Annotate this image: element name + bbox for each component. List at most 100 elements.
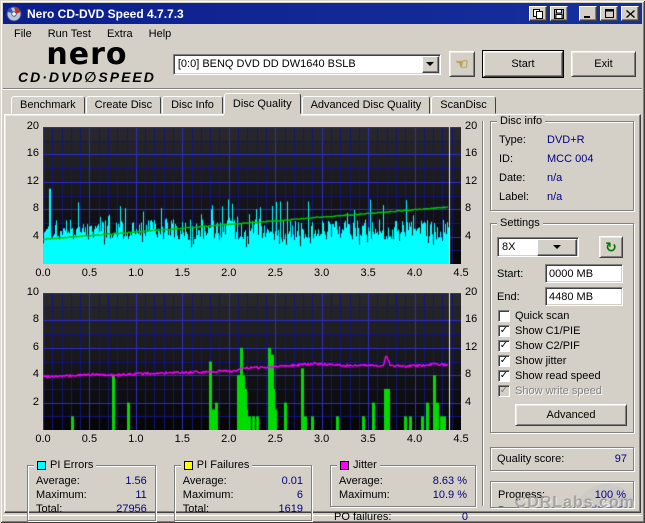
floppy-icon bbox=[554, 8, 564, 19]
y-axis-tick-label: 6 bbox=[32, 340, 39, 353]
stat-row: Maximum: 6 bbox=[182, 489, 303, 501]
x-axis-tick-label: 2.0 bbox=[221, 433, 237, 445]
stat-row: Total: 1619 bbox=[182, 503, 303, 515]
end-position-input[interactable] bbox=[545, 287, 623, 306]
y-axis-right-tick-label: 16 bbox=[465, 313, 478, 326]
quality-score-value: 97 bbox=[614, 453, 627, 465]
x-axis-tick-label: 4.5 bbox=[453, 433, 469, 445]
show-c1-pie-checkbox[interactable]: ✓ Show C1/PIE bbox=[498, 325, 626, 337]
disc-date-row: Date: n/a bbox=[499, 172, 563, 184]
hand-icon: ☜ bbox=[455, 56, 469, 73]
drive-select-value: [0:0] BENQ DVD DD DW1640 BSLB bbox=[177, 58, 356, 70]
nero-logo: nero CD·DVD∅SPEED bbox=[9, 37, 165, 85]
settings-group: Settings 8X ↻ Start: End: ✓Q bbox=[490, 217, 634, 433]
stat-row: Total: 27956 bbox=[36, 503, 147, 515]
app-window: Nero CD-DVD Speed 4.7.7.3 File Run Test … bbox=[0, 0, 645, 523]
disc-quality-page: 4 8 12 16 20 4 8 12 16 20 0.0 0.5 1.0 1.5 2.0 2.5 3.0 3.5… bbox=[4, 114, 641, 523]
disc-label-row: Label: n/a bbox=[499, 191, 563, 203]
disc-id-row: ID: MCC 004 bbox=[499, 153, 594, 165]
tab-create-disc[interactable]: Create Disc bbox=[85, 96, 162, 114]
speed-select-value: 8X bbox=[502, 241, 516, 253]
x-axis-tick-label: 2.5 bbox=[267, 267, 283, 279]
x-axis-tick-label: 3.0 bbox=[314, 267, 330, 279]
y-axis-tick-label: 10 bbox=[26, 286, 39, 298]
x-axis-tick-label: 3.5 bbox=[360, 433, 376, 445]
jitter-title: Jitter bbox=[353, 459, 377, 471]
show-read-speed-checkbox[interactable]: ✓ Show read speed bbox=[498, 370, 626, 382]
chevron-down-icon[interactable] bbox=[421, 55, 439, 73]
start-field-label: Start: bbox=[497, 267, 524, 280]
y-axis-tick-label: 8 bbox=[32, 313, 39, 326]
pi-failures-plot bbox=[43, 293, 461, 430]
pi-errors-swatch bbox=[37, 460, 46, 470]
x-axis-tick-label: 0.0 bbox=[35, 267, 51, 279]
advanced-button-label: Advanced bbox=[546, 409, 596, 421]
pages-icon bbox=[533, 8, 543, 19]
disc-info-title: Disc info bbox=[500, 115, 543, 127]
tab-benchmark[interactable]: Benchmark bbox=[11, 96, 85, 114]
exit-button-label: Exit bbox=[594, 58, 613, 70]
x-axis-tick-label: 4.5 bbox=[453, 267, 469, 279]
jitter-stats-column: Jitter Average: 8.63 % Maximum: 10.9 % PO … bbox=[330, 459, 476, 523]
maximize-button[interactable] bbox=[600, 6, 618, 21]
advanced-button[interactable]: Advanced bbox=[515, 404, 627, 426]
statistics-row: PI Errors Average: 1.56 Maximum: 11 Total:… bbox=[27, 459, 476, 523]
y-axis-tick-label: 4 bbox=[32, 229, 39, 242]
po-failures-value: 0 bbox=[461, 511, 468, 523]
y-axis-tick-label: 16 bbox=[26, 147, 39, 160]
minimize-button[interactable] bbox=[579, 6, 597, 21]
x-axis-tick-label: 1.5 bbox=[174, 433, 190, 445]
y-axis-right-tick-label: 8 bbox=[465, 202, 472, 215]
tab-advanced-disc-quality[interactable]: Advanced Disc Quality bbox=[301, 96, 431, 114]
show-c2-pif-checkbox[interactable]: ✓ Show C2/PIF bbox=[498, 340, 626, 352]
tab-disc-info[interactable]: Disc Info bbox=[162, 96, 223, 114]
end-field-label: End: bbox=[497, 290, 520, 303]
toolbar: nero CD·DVD∅SPEED [0:0] BENQ DVD DD DW16… bbox=[3, 40, 642, 89]
x-axis-tick-label: 3.5 bbox=[360, 267, 376, 279]
charts-column: 4 8 12 16 20 4 8 12 16 20 0.0 0.5 1.0 1.5 2.0 2.5 3.0 3.5… bbox=[7, 119, 480, 523]
cdvdspeed-logo-text: CD·DVD∅SPEED bbox=[17, 69, 156, 85]
save-button[interactable] bbox=[550, 6, 568, 21]
tab-disc-quality[interactable]: Disc Quality bbox=[223, 93, 301, 114]
refresh-button[interactable]: ↻ bbox=[599, 236, 623, 258]
disc-info-group: Disc info Type: DVD+R ID: MCC 004 Date: n/a… bbox=[490, 115, 634, 211]
side-panel: Disc info Type: DVD+R ID: MCC 004 Date: n/a… bbox=[486, 115, 637, 511]
x-axis-tick-label: 3.0 bbox=[314, 433, 330, 445]
speed-select[interactable]: 8X bbox=[497, 237, 579, 257]
x-axis-tick-label: 1.0 bbox=[128, 267, 144, 279]
pi-failures-title: PI Failures bbox=[196, 459, 250, 471]
y-axis-right-tick-label: 12 bbox=[465, 340, 478, 353]
pi-failures-stats: PI Failures Average: 0.01 Maximum: 6 Total… bbox=[173, 459, 312, 521]
x-axis-tick-label: 0.5 bbox=[81, 267, 98, 279]
app-icon bbox=[6, 6, 22, 21]
close-button[interactable] bbox=[621, 6, 639, 21]
stat-row: Average: 0.01 bbox=[182, 475, 303, 487]
y-axis-tick-label: 20 bbox=[26, 120, 39, 132]
drive-select[interactable]: [0:0] BENQ DVD DD DW1640 BSLB bbox=[172, 53, 441, 75]
x-axis-tick-label: 4.0 bbox=[406, 267, 423, 279]
stat-row: Maximum: 11 bbox=[36, 489, 147, 501]
jitter-stats: Jitter Average: 8.63 % Maximum: 10.9 % bbox=[330, 459, 476, 507]
y-axis-right-tick-label: 16 bbox=[465, 147, 478, 160]
report-button[interactable] bbox=[529, 6, 547, 21]
maximize-icon bbox=[604, 9, 614, 18]
tab-scandisc[interactable]: ScanDisc bbox=[431, 96, 496, 114]
exit-button[interactable]: Exit bbox=[570, 51, 637, 77]
pi-errors-stats: PI Errors Average: 1.56 Maximum: 11 Total:… bbox=[27, 459, 156, 521]
x-axis-tick-label: 1.5 bbox=[174, 267, 190, 279]
show-jitter-checkbox[interactable]: ✓ Show jitter bbox=[498, 355, 626, 367]
pi-errors-plot bbox=[43, 127, 461, 264]
jitter-swatch bbox=[340, 460, 349, 470]
chevron-down-icon[interactable] bbox=[537, 238, 577, 256]
disc-type-row: Type: DVD+R bbox=[499, 134, 585, 146]
y-axis-tick-label: 4 bbox=[32, 368, 39, 381]
y-axis-tick-label: 2 bbox=[32, 395, 39, 408]
start-button[interactable]: Start bbox=[481, 50, 564, 78]
quick-scan-checkbox[interactable]: ✓Quick scan bbox=[498, 310, 626, 322]
eject-button[interactable]: ☜ bbox=[448, 51, 475, 77]
nero-logo-text: nero bbox=[46, 37, 128, 72]
y-axis-right-tick-label: 4 bbox=[465, 395, 472, 408]
start-position-input[interactable] bbox=[545, 264, 623, 283]
pi-errors-title: PI Errors bbox=[50, 459, 94, 471]
settings-title: Settings bbox=[500, 217, 540, 229]
